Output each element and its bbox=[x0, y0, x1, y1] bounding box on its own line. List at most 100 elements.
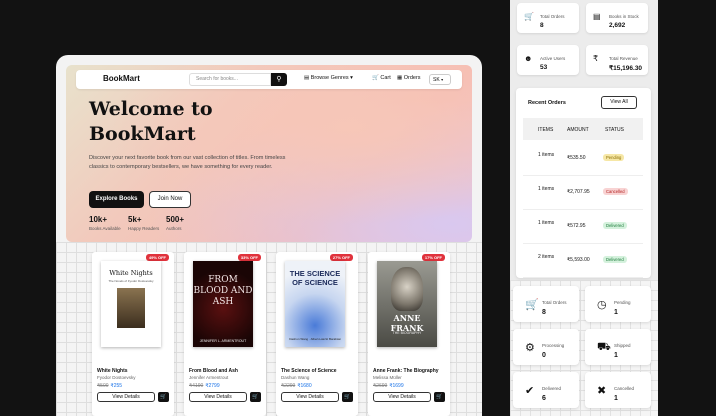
recent-orders-title: Recent Orders bbox=[528, 100, 566, 106]
book-icon: ▤ bbox=[593, 12, 601, 21]
cover-subtitle: THE BIOGRAPHY bbox=[392, 331, 422, 335]
book-card[interactable]: 17% OFF ANNE FRANK THE BIOGRAPHY Anne Fr… bbox=[368, 252, 450, 416]
book-card[interactable]: 49% OFF White Nights The Novels of Fyodo… bbox=[92, 252, 174, 416]
stat-label: Shipped bbox=[614, 343, 631, 348]
stat-label: Authors bbox=[166, 226, 182, 231]
book-cover: White Nights The Novels of Fyodor Dostoe… bbox=[101, 261, 161, 347]
hero-description: Discover your next favorite book from ou… bbox=[89, 155, 286, 170]
stat-label: Happy Readers bbox=[128, 226, 160, 231]
orders-table-header: ITEMS AMOUNT STATUS bbox=[523, 118, 643, 140]
cover-title: THE SCIENCE OF SCIENCE bbox=[289, 269, 341, 287]
cart-icon: 🛒 bbox=[436, 394, 443, 400]
hero-title: Welcome to BookMart bbox=[89, 97, 289, 147]
order-items: 2 items bbox=[538, 254, 555, 260]
brand-logo[interactable]: BookMart bbox=[103, 74, 140, 83]
stat-value: 1 bbox=[614, 395, 618, 402]
table-row[interactable]: 1 items ₹535.50 Pending bbox=[523, 142, 643, 176]
cover-subtitle: Dashun Wang · Albert-László Barabási bbox=[289, 337, 341, 341]
stat-label: Cancelled bbox=[614, 386, 635, 391]
cart-icon: 🛒 bbox=[372, 75, 379, 81]
stat-label: Books in Stock bbox=[609, 14, 639, 19]
stat-card-active-users: ☻ Active Users 53 bbox=[517, 45, 579, 75]
add-to-cart-button[interactable]: 🛒 bbox=[250, 392, 261, 402]
view-details-button[interactable]: View Details bbox=[281, 392, 339, 402]
book-cover: THE SCIENCE OF SCIENCE Dashun Wang · Alb… bbox=[285, 261, 345, 347]
book-title[interactable]: White Nights bbox=[97, 368, 173, 374]
hero-title-line1: Welcome to bbox=[89, 98, 213, 120]
sale-price: ₹2799 bbox=[205, 383, 220, 389]
join-now-button[interactable]: Join Now bbox=[149, 191, 191, 208]
user-initials: SK bbox=[433, 77, 440, 83]
book-price: ₹4190 ₹2799 bbox=[189, 383, 220, 389]
book-price: ₹500 ₹255 bbox=[97, 383, 122, 389]
book-card[interactable]: 33% OFF FROM BLOOD AND ASH JENNIFER L. A… bbox=[184, 252, 266, 416]
browse-genres-label: Browse Genres bbox=[310, 75, 349, 81]
book-title[interactable]: The Science of Science bbox=[281, 368, 357, 374]
original-price: ₹4190 bbox=[189, 383, 204, 389]
book-title[interactable]: Anne Frank: The Biography bbox=[373, 368, 449, 374]
book-author: Jennifer Armentrout bbox=[189, 375, 229, 380]
chevron-down-icon: ▾ bbox=[441, 77, 444, 82]
view-all-button[interactable]: View All bbox=[601, 96, 637, 109]
view-details-button[interactable]: View Details bbox=[373, 392, 431, 402]
check-icon: ✔ bbox=[525, 385, 535, 397]
orders-label: Orders bbox=[403, 75, 421, 81]
stat-value: 0 bbox=[542, 352, 546, 359]
stat-value: 53 bbox=[540, 64, 548, 71]
order-stat-cancelled: ✖ Cancelled 1 bbox=[585, 372, 651, 408]
clock-icon: ◷ bbox=[597, 299, 607, 311]
stat-value: 1 bbox=[614, 352, 618, 359]
stat-label: Processing bbox=[542, 343, 565, 348]
order-items: 1 items bbox=[538, 220, 555, 226]
rupee-icon: ₹ bbox=[593, 54, 599, 63]
stat-value: 8 bbox=[540, 22, 544, 29]
book-card[interactable]: 27% OFF THE SCIENCE OF SCIENCE Dashun Wa… bbox=[276, 252, 358, 416]
search-input[interactable]: Search for books... bbox=[189, 73, 271, 86]
search-icon: ⚲ bbox=[276, 76, 282, 83]
stat-value: 8 bbox=[542, 309, 546, 316]
cover-portrait bbox=[391, 267, 423, 311]
cart-icon: 🛒 bbox=[160, 394, 167, 400]
table-row[interactable]: 1 items ₹2,707.95 Cancelled bbox=[523, 176, 643, 210]
add-to-cart-button[interactable]: 🛒 bbox=[434, 392, 445, 402]
stat-label: Delivered bbox=[542, 386, 562, 391]
discount-badge: 49% OFF bbox=[145, 254, 169, 261]
cart-link[interactable]: 🛒 Cart bbox=[372, 75, 391, 81]
chevron-down-icon: ▾ bbox=[350, 75, 353, 81]
column-header: STATUS bbox=[605, 127, 624, 133]
sale-price: ₹255 bbox=[110, 383, 123, 389]
discount-badge: 27% OFF bbox=[329, 254, 353, 261]
add-to-cart-button[interactable]: 🛒 bbox=[158, 392, 169, 402]
storefront-window: BookMart Search for books... ⚲ ▤ Browse … bbox=[56, 55, 482, 416]
explore-books-button[interactable]: Explore Books bbox=[89, 191, 144, 208]
view-details-button[interactable]: View Details bbox=[189, 392, 247, 402]
browse-genres-dropdown[interactable]: ▤ Browse Genres ▾ bbox=[304, 75, 353, 81]
book-author: Melissa Müller bbox=[373, 375, 402, 380]
order-stat-pending: ◷ Pending 1 bbox=[585, 286, 651, 322]
order-stat-processing: ⚙ Processing 0 bbox=[513, 329, 579, 365]
add-to-cart-button[interactable]: 🛒 bbox=[342, 392, 353, 402]
cart-icon: 🛒 bbox=[344, 394, 351, 400]
recent-orders-panel: Recent Orders View All ITEMS AMOUNT STAT… bbox=[516, 88, 651, 278]
stat-value: ₹15,196.30 bbox=[609, 65, 643, 72]
order-amount: ₹535.50 bbox=[567, 155, 586, 161]
table-row[interactable]: 2 items ₹5,593.00 Delivered bbox=[523, 244, 643, 278]
order-items: 1 items bbox=[538, 152, 555, 158]
book-cover: ANNE FRANK THE BIOGRAPHY bbox=[377, 261, 437, 347]
hero-title-line2: BookMart bbox=[89, 123, 196, 145]
discount-badge: 17% OFF bbox=[421, 254, 445, 261]
order-stat-delivered: ✔ Delivered 6 bbox=[513, 372, 579, 408]
search-button[interactable]: ⚲ bbox=[271, 73, 287, 86]
original-price: ₹2699 bbox=[373, 383, 388, 389]
cart-icon: 🛒 bbox=[252, 394, 259, 400]
cover-subtitle: The Novels of Fyodor Dostoevsky bbox=[108, 279, 154, 283]
book-icon: ▤ bbox=[304, 75, 310, 81]
user-menu[interactable]: SK ▾ bbox=[429, 74, 451, 85]
book-title[interactable]: From Blood and Ash bbox=[189, 368, 265, 374]
stat-value: 1 bbox=[614, 309, 618, 316]
view-details-button[interactable]: View Details bbox=[97, 392, 155, 402]
orders-link[interactable]: ▦ Orders bbox=[397, 75, 421, 81]
gear-icon: ⚙ bbox=[525, 342, 535, 354]
table-row[interactable]: 1 items ₹572.95 Delivered bbox=[523, 210, 643, 244]
stat-value: 10k+ bbox=[89, 215, 108, 224]
